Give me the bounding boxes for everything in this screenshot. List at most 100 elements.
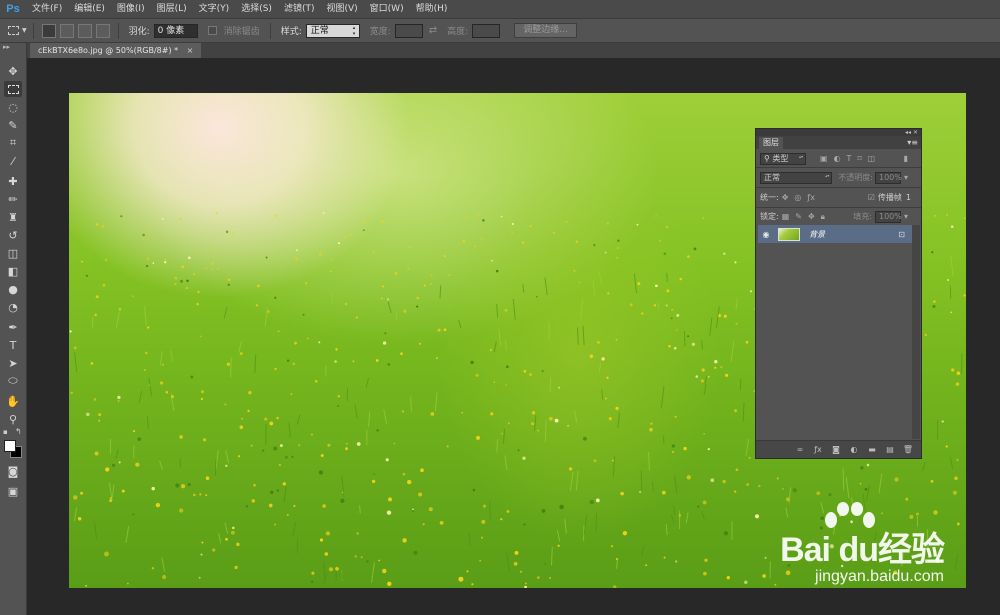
search-icon: ⚲ <box>764 153 770 163</box>
new-layer-icon[interactable]: ▤ <box>883 445 897 454</box>
refine-edge-button[interactable]: 调整边缘... <box>514 23 577 38</box>
chevron-down-icon[interactable]: ▾ <box>904 212 908 221</box>
move-tool-icon[interactable]: ✥ <box>4 63 22 79</box>
blur-tool-icon[interactable]: ● <box>4 281 22 297</box>
path-select-tool-icon[interactable]: ➤ <box>4 355 22 371</box>
style-label: 样式: <box>280 27 302 37</box>
panel-menu-icon[interactable]: ▾≡ <box>907 136 918 149</box>
menu-bar: Ps 文件(F) 编辑(E) 图像(I) 图层(L) 文字(Y) 选择(S) 滤… <box>0 0 1000 19</box>
document-tab[interactable]: cEkBTX6e8o.jpg @ 50%(RGB/8#) * × <box>30 43 202 58</box>
filter-kind-select[interactable]: ⚲ 类型 <box>760 152 806 165</box>
unify-position-icon[interactable]: ✥ <box>782 193 789 202</box>
eyedropper-tool-icon[interactable]: ⁄ <box>4 153 22 169</box>
adjustment-icon[interactable]: ◐ <box>847 445 861 454</box>
default-colors-icon[interactable]: ▪ <box>3 428 8 436</box>
fx-icon[interactable]: ƒx <box>811 445 825 454</box>
new-selection-icon[interactable] <box>41 23 56 38</box>
intersect-selection-icon[interactable] <box>95 23 110 38</box>
filter-adjustment-icon[interactable]: ◐ <box>834 154 841 163</box>
photoshop-logo: Ps <box>6 3 20 15</box>
eraser-tool-icon[interactable]: ◫ <box>4 245 22 261</box>
menu-filter[interactable]: 滤镜(T) <box>278 0 321 19</box>
lock-all-icon[interactable]: 🔒︎ <box>821 212 825 222</box>
filter-smart-object-icon[interactable]: ◫ <box>868 154 876 163</box>
unify-style-icon[interactable]: ƒx <box>807 193 815 202</box>
filter-type-icon[interactable]: T <box>847 154 852 163</box>
screen-mode-icon[interactable]: ▣ <box>4 483 22 499</box>
history-brush-tool-icon[interactable]: ↺ <box>4 227 22 243</box>
propagate-checkbox-icon[interactable]: ☑ <box>868 193 875 202</box>
mask-icon[interactable]: ◙ <box>829 445 843 454</box>
lock-position-icon[interactable]: ✥ <box>808 212 815 221</box>
menu-view[interactable]: 视图(V) <box>320 0 363 19</box>
lock-label: 锁定: <box>760 212 779 221</box>
style-select[interactable]: 正常 <box>305 23 360 38</box>
baidu-watermark: Bai du经验 jingyan.baidu.com <box>780 502 945 586</box>
swap-dimensions-icon[interactable]: ⇄ <box>429 25 437 36</box>
dodge-tool-icon[interactable]: ◔ <box>4 299 22 315</box>
add-to-selection-icon[interactable] <box>59 23 74 38</box>
visibility-eye-icon[interactable]: ◉ <box>758 230 774 239</box>
quick-mask-icon[interactable]: ◙ <box>4 463 22 479</box>
lock-transparency-icon[interactable]: ▦ <box>782 212 790 221</box>
panel-collapse-icon[interactable]: ◂◂ ✕ <box>756 129 921 136</box>
healing-tool-icon[interactable]: ✚ <box>4 173 22 189</box>
shape-tool-icon[interactable]: ⬭ <box>4 373 22 389</box>
foreground-color-swatch[interactable] <box>4 440 16 452</box>
gradient-tool-icon[interactable]: ◧ <box>4 263 22 279</box>
chevron-down-icon[interactable]: ▾ <box>904 173 908 182</box>
menu-edit[interactable]: 编辑(E) <box>68 0 111 19</box>
tool-preset-picker[interactable]: ▼ <box>8 26 27 35</box>
feather-input[interactable]: 0 像素 <box>153 23 198 38</box>
filter-shape-icon[interactable]: ⌑ <box>857 154 861 163</box>
lock-row: 锁定: ▦ ✎ ✥ 🔒︎ 填充: 100% ▾ <box>760 209 911 224</box>
group-icon[interactable]: ▬ <box>865 445 879 454</box>
opacity-input[interactable]: 100% <box>874 171 902 184</box>
pen-tool-icon[interactable]: ✒ <box>4 319 22 335</box>
lock-pixels-icon[interactable]: ✎ <box>795 212 802 221</box>
brush-tool-icon[interactable]: ✏ <box>4 191 22 207</box>
type-tool-icon[interactable]: T <box>4 337 22 353</box>
menu-help[interactable]: 帮助(H) <box>410 0 454 19</box>
close-icon[interactable]: × <box>187 46 194 55</box>
unify-visibility-icon[interactable]: ◎ <box>794 193 801 202</box>
swap-colors-icon[interactable]: ↰ <box>15 427 22 436</box>
opacity-label: 不透明度: <box>838 173 873 182</box>
height-input[interactable] <box>472 23 501 38</box>
link-icon[interactable]: ∞ <box>793 445 807 454</box>
clone-stamp-tool-icon[interactable]: ♜ <box>4 209 22 225</box>
layer-name[interactable]: 背景 <box>809 229 825 240</box>
lasso-tool-icon[interactable]: ◌ <box>4 99 22 115</box>
menu-type[interactable]: 文字(Y) <box>193 0 236 19</box>
width-input[interactable] <box>394 23 423 38</box>
filter-toggle-icon[interactable]: ▮ <box>904 154 908 163</box>
layers-scrollbar[interactable] <box>912 225 920 439</box>
subtract-from-selection-icon[interactable] <box>77 23 92 38</box>
divider <box>32 22 34 39</box>
menu-file[interactable]: 文件(F) <box>26 0 68 19</box>
panel-collapse-icon[interactable]: ▸▸ <box>0 43 26 51</box>
propagate-frame-value: 1 <box>905 193 911 202</box>
marquee-preset-icon <box>8 26 19 35</box>
trash-icon[interactable]: 🗑︎ <box>901 445 915 454</box>
blend-row: 正常 不透明度: 100% ▾ <box>760 170 911 185</box>
antialias-checkbox[interactable] <box>207 26 217 35</box>
fill-input[interactable]: 100% <box>874 210 902 223</box>
marquee-tool-icon[interactable] <box>4 81 22 97</box>
menu-image[interactable]: 图像(I) <box>111 0 151 19</box>
blend-mode-select[interactable]: 正常 <box>760 171 833 184</box>
layers-panel: ◂◂ ✕ 图层 ▾≡ ⚲ 类型 ▣ ◐ T ⌑ ◫ ▮ 正常 不透明度: 100… <box>755 128 922 459</box>
hand-tool-icon[interactable]: ✋ <box>4 393 22 409</box>
menu-window[interactable]: 窗口(W) <box>364 0 410 19</box>
layer-filter-row: ⚲ 类型 ▣ ◐ T ⌑ ◫ ▮ <box>760 151 911 166</box>
quick-select-tool-icon[interactable]: ✎ <box>4 117 22 133</box>
tab-layers[interactable]: 图层 <box>759 137 783 149</box>
menu-layer[interactable]: 图层(L) <box>151 0 193 19</box>
filter-pixel-icon[interactable]: ▣ <box>820 154 828 163</box>
crop-tool-icon[interactable]: ⌗ <box>4 135 22 151</box>
menu-select[interactable]: 选择(S) <box>235 0 278 19</box>
options-bar: ▼ 羽化: 0 像素 消除锯齿 样式: 正常 宽度: ⇄ 高度: 调整边缘... <box>0 19 1000 43</box>
layer-row[interactable]: ◉ 背景 ⊡ <box>758 225 913 243</box>
zoom-tool-icon[interactable]: ⚲ <box>4 411 22 427</box>
chevron-down-icon: ▼ <box>22 27 27 34</box>
